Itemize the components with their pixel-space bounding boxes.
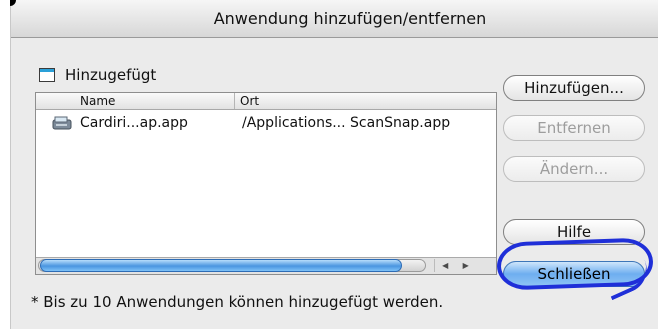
added-section-label: Hinzugefügt [65,66,157,84]
title-bar: Anwendung hinzufügen/entfernen [10,0,658,38]
application-limit-note: * Bis zu 10 Anwendungen können hinzugefü… [31,293,444,311]
column-divider [234,93,235,109]
window-icon [39,68,55,82]
added-section-header: Hinzugefügt [39,66,156,84]
scroll-thumb[interactable] [40,259,402,272]
row-name: Cardiri...ap.app [80,115,188,131]
column-header-location[interactable]: Ort [240,94,259,108]
added-applications-list[interactable]: Name Ort Cardiri...ap.app /Applications.… [35,92,497,275]
remove-button[interactable]: Entfernen [503,115,645,141]
scroll-left-arrow-icon[interactable]: ◀ [442,261,448,270]
scroll-arrows: ◀ ▶ [434,259,476,272]
add-remove-application-dialog: Anwendung hinzufügen/entfernen Hinzugefü… [10,0,658,329]
window-corner [10,0,16,6]
column-header-name[interactable]: Name [80,94,115,108]
horizontal-scrollbar[interactable]: ◀ ▶ [36,257,496,274]
list-item[interactable]: Cardiri...ap.app /Applications... ScanSn… [36,112,496,134]
change-button[interactable]: Ändern... [503,156,645,182]
scanner-app-icon [52,116,72,130]
row-location: /Applications... ScanSnap.app [242,115,451,131]
scroll-right-arrow-icon[interactable]: ▶ [463,261,469,270]
list-header: Name Ort [36,93,496,110]
add-button[interactable]: Hinzufügen... [503,75,645,101]
window-title: Anwendung hinzufügen/entfernen [213,9,487,28]
